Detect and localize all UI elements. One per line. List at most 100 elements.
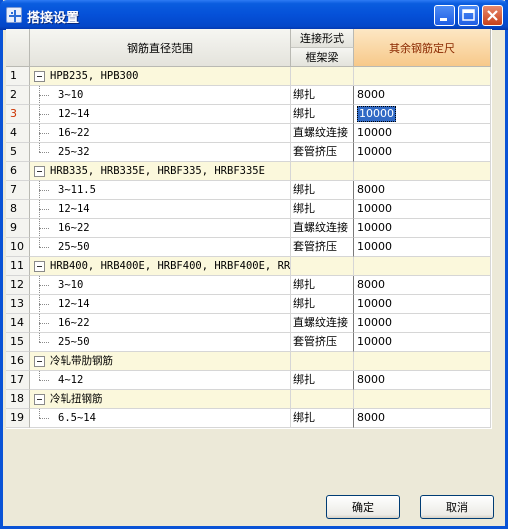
length-cell[interactable]: 10000 <box>354 124 491 143</box>
length-cell[interactable]: 10000 <box>354 314 491 333</box>
collapse-icon[interactable] <box>34 356 45 367</box>
table-row[interactable]: 9 16~22 直螺纹连接 10000 <box>6 219 492 238</box>
diameter-range-cell[interactable]: 25~50 <box>30 333 291 352</box>
grid-rows: 1 HPB235, HPB300 2 3~10 绑扎 8000 3 12~14 绑扎 10000 4… <box>6 67 492 428</box>
diameter-range-cell[interactable]: HRB335, HRB335E, HRBF335, HRBF335E <box>30 162 291 181</box>
length-cell[interactable]: 10000 <box>354 238 491 257</box>
length-cell[interactable]: 8000 <box>354 276 491 295</box>
connect-type-cell[interactable]: 绑扎 <box>291 86 354 105</box>
diameter-range-cell[interactable]: 12~14 <box>30 105 291 124</box>
table-row[interactable]: 15 25~50 套管挤压 10000 <box>6 333 492 352</box>
connect-type-cell[interactable] <box>291 352 354 371</box>
table-row[interactable]: 17 4~12 绑扎 8000 <box>6 371 492 390</box>
connect-type-cell[interactable]: 直螺纹连接 <box>291 124 354 143</box>
length-cell[interactable]: 10000 <box>354 143 491 162</box>
length-cell[interactable]: 8000 <box>354 409 491 428</box>
table-row[interactable]: 1 HPB235, HPB300 <box>6 67 492 86</box>
length-cell[interactable]: 10000 <box>354 219 491 238</box>
row-number: 16 <box>6 352 30 371</box>
diameter-range-cell[interactable]: 12~14 <box>30 295 291 314</box>
table-row[interactable]: 19 6.5~14 绑扎 8000 <box>6 409 492 428</box>
table-row[interactable]: 16 冷轧带肋钢筋 <box>6 352 492 371</box>
length-cell[interactable]: 8000 <box>354 181 491 200</box>
diameter-range-cell[interactable]: 25~50 <box>30 238 291 257</box>
connect-type-cell[interactable]: 套管挤压 <box>291 333 354 352</box>
diameter-range-cell[interactable]: 16~22 <box>30 124 291 143</box>
connect-type-cell[interactable]: 绑扎 <box>291 295 354 314</box>
minimize-button[interactable] <box>434 5 455 26</box>
length-cell[interactable] <box>354 162 491 181</box>
connect-type-cell[interactable]: 套管挤压 <box>291 143 354 162</box>
diameter-range-cell[interactable]: 12~14 <box>30 200 291 219</box>
title-bar[interactable]: 搭接设置 <box>0 0 508 30</box>
length-cell[interactable] <box>354 352 491 371</box>
table-row[interactable]: 7 3~11.5 绑扎 8000 <box>6 181 492 200</box>
table-row[interactable]: 13 12~14 绑扎 10000 <box>6 295 492 314</box>
length-cell[interactable]: 10000 <box>354 333 491 352</box>
collapse-icon[interactable] <box>34 71 45 82</box>
range-label: 12~14 <box>58 298 90 310</box>
tree-branch <box>39 95 49 96</box>
selected-length-value[interactable]: 10000 <box>357 106 396 122</box>
diameter-range-cell[interactable]: 16~22 <box>30 219 291 238</box>
connect-type-cell[interactable]: 绑扎 <box>291 181 354 200</box>
connect-type-cell[interactable]: 绑扎 <box>291 409 354 428</box>
length-cell[interactable]: 10000 <box>354 295 491 314</box>
diameter-range-cell[interactable]: 3~11.5 <box>30 181 291 200</box>
row-number: 8 <box>6 200 30 219</box>
connect-type-cell[interactable]: 直螺纹连接 <box>291 219 354 238</box>
diameter-range-cell[interactable]: 冷轧扭钢筋 <box>30 390 291 409</box>
length-cell[interactable]: 8000 <box>354 86 491 105</box>
table-row[interactable]: 12 3~10 绑扎 8000 <box>6 276 492 295</box>
row-number: 13 <box>6 295 30 314</box>
diameter-range-cell[interactable]: 3~10 <box>30 86 291 105</box>
ok-button[interactable]: 确定 <box>326 495 400 519</box>
connect-type-cell[interactable] <box>291 162 354 181</box>
table-row[interactable]: 18 冷轧扭钢筋 <box>6 390 492 409</box>
length-cell[interactable] <box>354 390 491 409</box>
table-row[interactable]: 5 25~32 套管挤压 10000 <box>6 143 492 162</box>
maximize-button[interactable] <box>458 5 479 26</box>
table-row[interactable]: 14 16~22 直螺纹连接 10000 <box>6 314 492 333</box>
table-row[interactable]: 2 3~10 绑扎 8000 <box>6 86 492 105</box>
table-row[interactable]: 6 HRB335, HRB335E, HRBF335, HRBF335E <box>6 162 492 181</box>
length-cell[interactable]: 8000 <box>354 371 491 390</box>
table-row[interactable]: 11 HRB400, HRB400E, HRBF400, HRBF400E, RR… <box>6 257 492 276</box>
length-cell[interactable] <box>354 257 491 276</box>
cancel-button[interactable]: 取消 <box>420 495 494 519</box>
header-other-length[interactable]: 其余钢筋定尺 <box>354 29 491 67</box>
connect-type-cell[interactable]: 绑扎 <box>291 200 354 219</box>
diameter-range-cell[interactable]: 16~22 <box>30 314 291 333</box>
diameter-range-cell[interactable]: 6.5~14 <box>30 409 291 428</box>
range-label: 3~11.5 <box>58 184 96 196</box>
length-cell[interactable]: 10000 <box>354 105 491 124</box>
table-row[interactable]: 10 25~50 套管挤压 10000 <box>6 238 492 257</box>
collapse-icon[interactable] <box>34 261 45 272</box>
group-label: HRB335, HRB335E, HRBF335, HRBF335E <box>50 165 265 177</box>
connect-type-cell[interactable] <box>291 257 354 276</box>
diameter-range-cell[interactable]: 25~32 <box>30 143 291 162</box>
connect-type-cell[interactable]: 绑扎 <box>291 105 354 124</box>
diameter-range-cell[interactable]: 3~10 <box>30 276 291 295</box>
connect-type-cell[interactable]: 套管挤压 <box>291 238 354 257</box>
table-row[interactable]: 3 12~14 绑扎 10000 <box>6 105 492 124</box>
connect-type-cell[interactable] <box>291 67 354 86</box>
diameter-range-cell[interactable]: HRB400, HRB400E, HRBF400, HRBF400E, RRB4… <box>30 257 291 276</box>
diameter-range-cell[interactable]: 4~12 <box>30 371 291 390</box>
length-cell[interactable] <box>354 67 491 86</box>
collapse-icon[interactable] <box>34 394 45 405</box>
header-diameter-range[interactable]: 钢筋直径范围 <box>30 29 291 67</box>
close-button[interactable] <box>482 5 503 26</box>
diameter-range-cell[interactable]: 冷轧带肋钢筋 <box>30 352 291 371</box>
connect-type-cell[interactable]: 绑扎 <box>291 276 354 295</box>
length-cell[interactable]: 10000 <box>354 200 491 219</box>
collapse-icon[interactable] <box>34 166 45 177</box>
header-frame-beam[interactable]: 框架梁 <box>291 48 354 67</box>
diameter-range-cell[interactable]: HPB235, HPB300 <box>30 67 291 86</box>
header-connect-type[interactable]: 连接形式 <box>291 29 354 48</box>
connect-type-cell[interactable]: 直螺纹连接 <box>291 314 354 333</box>
table-row[interactable]: 8 12~14 绑扎 10000 <box>6 200 492 219</box>
connect-type-cell[interactable]: 绑扎 <box>291 371 354 390</box>
connect-type-cell[interactable] <box>291 390 354 409</box>
table-row[interactable]: 4 16~22 直螺纹连接 10000 <box>6 124 492 143</box>
